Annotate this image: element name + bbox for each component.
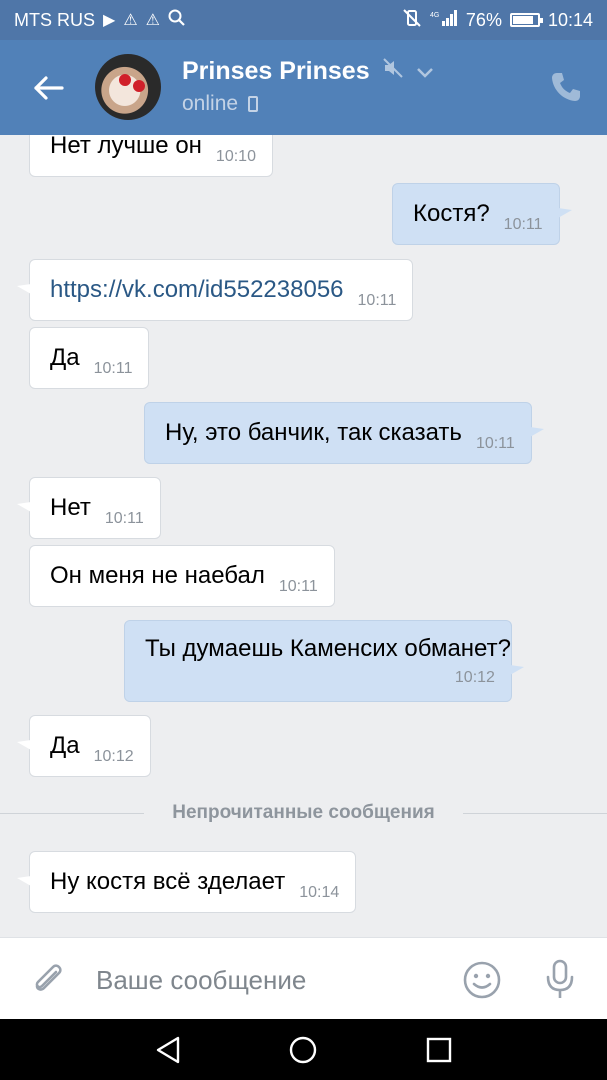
signal-icon: 4G xyxy=(430,9,458,32)
message-composer xyxy=(0,937,607,1019)
battery-fill xyxy=(512,16,533,24)
divider-line xyxy=(462,812,607,814)
system-nav-bar xyxy=(0,1019,607,1080)
warning-icon: ⚠ xyxy=(123,12,138,29)
attach-button[interactable] xyxy=(28,960,68,1000)
chat-title[interactable]: Prinses Prinses xyxy=(182,57,434,86)
message-text: Костя? xyxy=(413,200,490,227)
status-bar: MTS RUS ▶ ⚠ ⚠ 4G 76% 10:14 xyxy=(0,0,607,40)
message-time: 10:11 xyxy=(93,360,133,377)
warning-icon-2: ⚠ xyxy=(145,12,160,29)
clock: 10:14 xyxy=(547,9,593,30)
online-status: online xyxy=(182,92,259,116)
arrow-left-icon xyxy=(34,76,64,100)
message-outgoing[interactable]: Ну, это банчик, так сказать 10:11 xyxy=(144,402,532,464)
unread-divider-label: Непрочитанные сообщения xyxy=(172,802,435,823)
message-text: Да xyxy=(50,732,80,759)
circle-home-icon xyxy=(289,1036,317,1064)
avatar-decor xyxy=(133,80,145,92)
message-time: 10:14 xyxy=(299,884,340,901)
message-incoming[interactable]: Нет лучше он 10:10 xyxy=(29,135,273,177)
chevron-down-icon xyxy=(416,57,434,86)
message-text: Ты думаешь Каменсих обманет? xyxy=(145,635,511,662)
nav-recents-button[interactable] xyxy=(422,1033,456,1067)
svg-text:4G: 4G xyxy=(430,12,439,19)
message-incoming[interactable]: Да 10:11 xyxy=(29,327,150,389)
message-text: Нет лучше он xyxy=(50,135,202,159)
message-time: 10:12 xyxy=(454,669,495,686)
avatar[interactable] xyxy=(95,54,161,120)
muted-speaker-icon xyxy=(382,57,404,86)
message-time: 10:11 xyxy=(357,292,397,309)
status-text: online xyxy=(182,92,239,115)
call-button[interactable] xyxy=(549,70,583,104)
message-text: Ну, это банчик, так сказать xyxy=(165,419,462,446)
chat-header: Prinses Prinses online xyxy=(0,40,607,135)
nav-home-button[interactable] xyxy=(286,1033,320,1067)
message-time: 10:12 xyxy=(93,748,134,765)
microphone-icon xyxy=(546,959,574,998)
unread-divider: Непрочитанные сообщения xyxy=(0,798,607,828)
message-time: 10:11 xyxy=(503,216,543,233)
square-recents-icon xyxy=(426,1037,452,1063)
search-icon xyxy=(168,9,186,32)
message-incoming[interactable]: Нет 10:11 xyxy=(29,477,161,539)
avatar-decor xyxy=(119,74,131,86)
nav-back-button[interactable] xyxy=(152,1033,186,1067)
message-time: 10:11 xyxy=(278,578,318,595)
vibrate-off-icon xyxy=(402,8,422,32)
message-outgoing[interactable]: Ты думаешь Каменсих обманет? 10:12 xyxy=(124,620,512,702)
message-incoming[interactable]: Ну костя всё зделает 10:14 xyxy=(29,851,357,913)
battery-icon xyxy=(509,13,543,27)
message-text: Он меня не наебал xyxy=(50,562,265,589)
message-time: 10:11 xyxy=(104,510,144,527)
divider-line xyxy=(0,812,145,814)
message-outgoing[interactable]: Костя? 10:11 xyxy=(392,183,560,245)
message-text: Нет xyxy=(50,494,91,521)
play-icon: ▶ xyxy=(103,12,116,29)
battery-percent: 76% xyxy=(465,9,502,30)
voice-message-button[interactable] xyxy=(540,958,580,1002)
mobile-device-icon xyxy=(248,96,259,112)
message-input[interactable] xyxy=(96,958,436,1002)
carrier-label: MTS RUS xyxy=(14,9,95,30)
triangle-back-icon xyxy=(156,1036,180,1064)
message-list[interactable]: Нет лучше он 10:10 Костя? 10:11 https://… xyxy=(0,135,607,937)
contact-name: Prinses Prinses xyxy=(182,57,370,85)
message-incoming[interactable]: https://vk.com/id552238056 10:11 xyxy=(29,259,414,321)
message-incoming[interactable]: Он меня не наебал 10:11 xyxy=(29,545,335,607)
back-button[interactable] xyxy=(28,70,68,106)
message-text: Да xyxy=(50,344,80,371)
message-time: 10:11 xyxy=(475,435,515,452)
message-time: 10:10 xyxy=(215,148,256,165)
phone-icon xyxy=(552,73,580,101)
emoji-button[interactable] xyxy=(462,960,502,1000)
message-text: Ну костя всё зделает xyxy=(50,868,286,895)
smiley-icon xyxy=(463,961,501,999)
paperclip-icon xyxy=(35,964,62,991)
message-link[interactable]: https://vk.com/id552238056 xyxy=(50,276,344,304)
message-incoming[interactable]: Да 10:12 xyxy=(29,715,151,777)
